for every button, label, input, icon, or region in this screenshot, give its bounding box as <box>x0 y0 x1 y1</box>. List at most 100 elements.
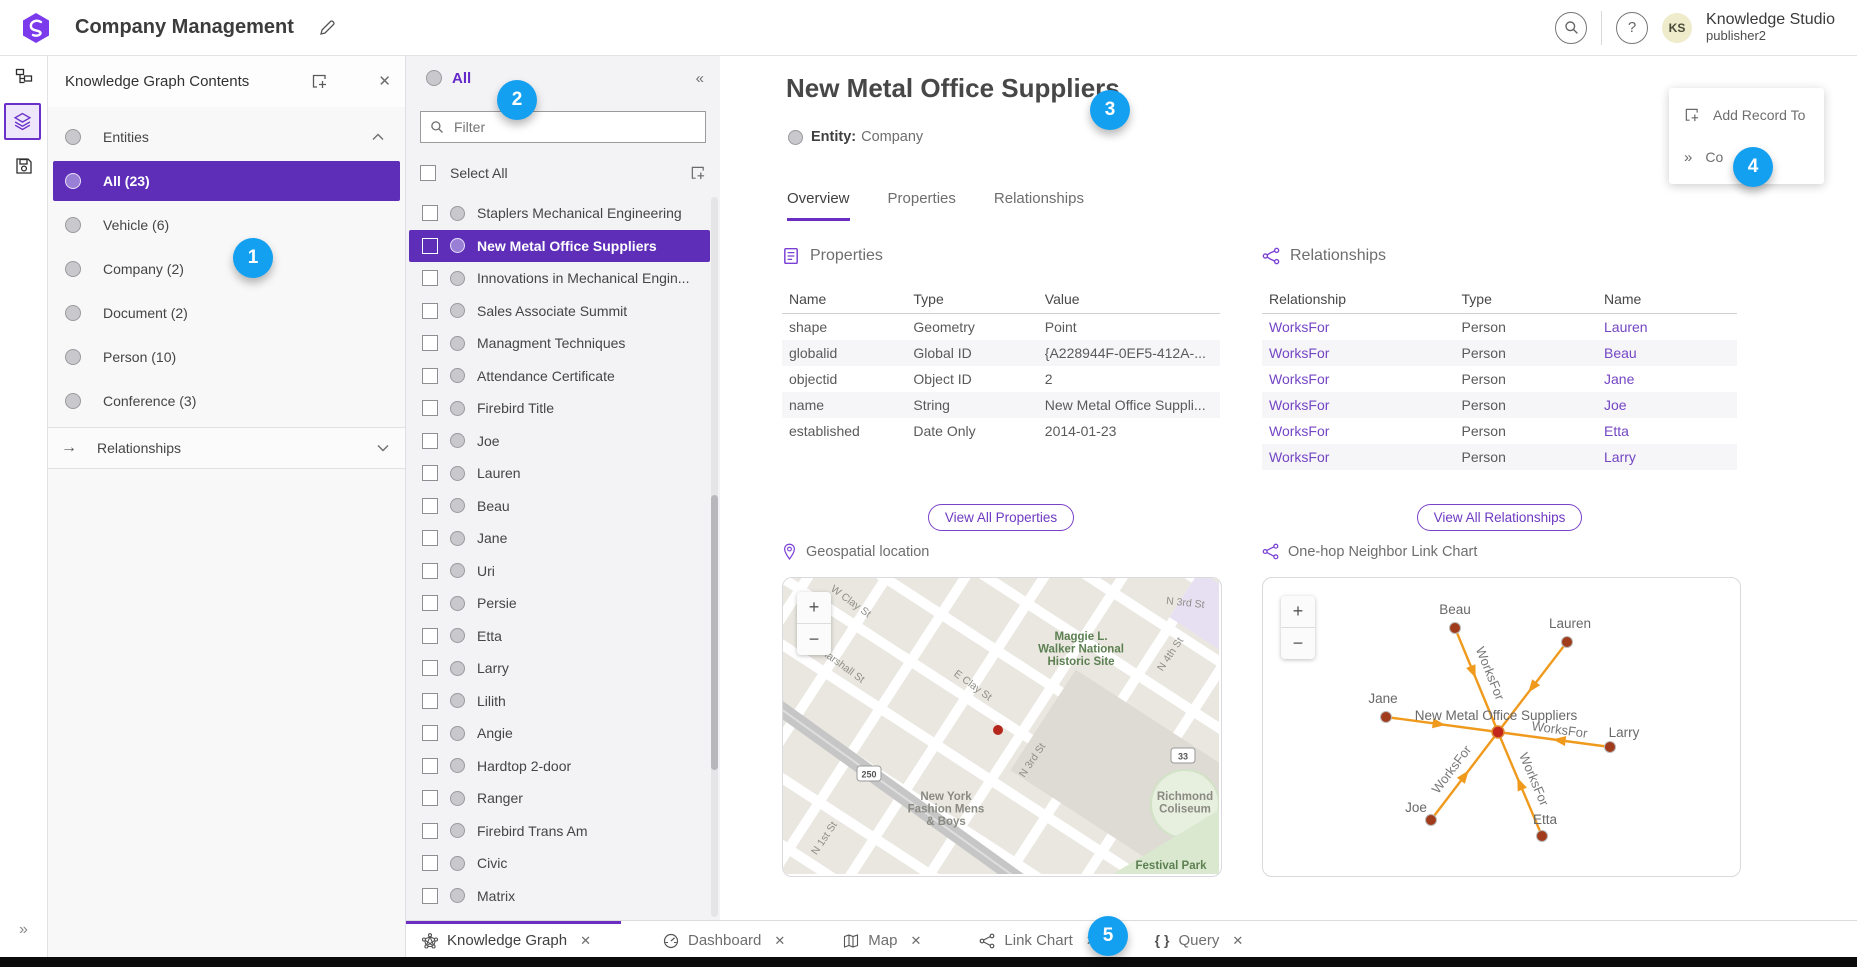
list-item[interactable]: Attendance Certificate <box>406 360 710 393</box>
table-link-cell[interactable]: Larry <box>1604 449 1737 465</box>
relationships-group-header[interactable]: → Relationships <box>47 427 405 469</box>
item-checkbox[interactable] <box>422 400 438 416</box>
tab-properties[interactable]: Properties <box>888 190 956 221</box>
user-avatar[interactable]: KS <box>1662 13 1692 43</box>
list-item[interactable]: Civic <box>406 847 710 880</box>
item-checkbox[interactable] <box>422 335 438 351</box>
record-location-marker[interactable] <box>993 725 1003 735</box>
item-checkbox[interactable] <box>422 530 438 546</box>
table-link-cell[interactable]: WorksFor <box>1262 345 1462 361</box>
close-tab-icon[interactable]: ✕ <box>774 933 785 949</box>
tab-overview[interactable]: Overview <box>787 190 850 221</box>
layers-tool-button[interactable] <box>4 103 41 140</box>
node-Jane[interactable] <box>1381 712 1392 723</box>
table-link-cell[interactable]: Etta <box>1604 423 1737 439</box>
list-item[interactable]: Firebird Title <box>406 392 710 425</box>
list-item[interactable]: Firebird Trans Am <box>406 815 710 848</box>
zoom-out-button[interactable]: − <box>1281 628 1315 659</box>
item-checkbox[interactable] <box>422 693 438 709</box>
list-item[interactable]: Uri <box>406 555 710 588</box>
list-item[interactable]: Managment Techniques <box>406 327 710 360</box>
node-Beau[interactable] <box>1450 623 1461 634</box>
table-link-cell[interactable]: WorksFor <box>1262 397 1462 413</box>
node-Lauren[interactable] <box>1562 637 1573 648</box>
view-all-properties-button[interactable]: View All Properties <box>928 504 1074 531</box>
app-logo-icon[interactable] <box>21 12 51 44</box>
item-checkbox[interactable] <box>422 238 438 254</box>
expand-rail-button[interactable]: » <box>0 921 47 939</box>
list-item[interactable]: Etta <box>406 620 710 653</box>
list-item[interactable]: Lilith <box>406 685 710 718</box>
view-tab-knowledge-graph[interactable]: Knowledge Graph✕ <box>406 921 621 957</box>
item-checkbox[interactable] <box>422 303 438 319</box>
select-all-checkbox[interactable] <box>420 165 436 181</box>
view-tab-map[interactable]: Map✕ <box>827 921 937 957</box>
item-checkbox[interactable] <box>422 888 438 904</box>
zoom-in-button[interactable]: + <box>797 592 831 624</box>
item-checkbox[interactable] <box>422 563 438 579</box>
list-item[interactable]: Persie <box>406 587 710 620</box>
node-center[interactable] <box>1492 726 1504 738</box>
view-tab-query[interactable]: { }Query✕ <box>1139 921 1260 957</box>
node-Larry[interactable] <box>1605 742 1616 753</box>
save-tool-button[interactable] <box>0 144 47 188</box>
list-item[interactable]: Larry <box>406 652 710 685</box>
list-item[interactable]: Innovations in Mechanical Engin... <box>406 262 710 295</box>
table-link-cell[interactable]: WorksFor <box>1262 449 1462 465</box>
item-checkbox[interactable] <box>422 270 438 286</box>
entity-type-item[interactable]: Document (2) <box>53 293 400 333</box>
item-checkbox[interactable] <box>422 660 438 676</box>
item-checkbox[interactable] <box>422 498 438 514</box>
item-checkbox[interactable] <box>422 725 438 741</box>
entity-type-item[interactable]: All (23) <box>53 161 400 201</box>
entity-type-item[interactable]: Company (2) <box>53 249 400 289</box>
street-map[interactable]: 25033 W Clay StW Marshall StE Clay StN 3… <box>783 578 1219 874</box>
node-Joe[interactable] <box>1426 815 1437 826</box>
list-item[interactable]: Hardtop 2-door <box>406 750 710 783</box>
collapse-panel-button[interactable]: « <box>696 70 704 87</box>
entities-group-header[interactable]: Entities <box>53 117 400 157</box>
item-checkbox[interactable] <box>422 790 438 806</box>
table-link-cell[interactable]: WorksFor <box>1262 423 1462 439</box>
item-checkbox[interactable] <box>422 465 438 481</box>
list-item[interactable]: Matrix <box>406 880 710 913</box>
entity-type-item[interactable]: Conference (3) <box>53 381 400 421</box>
geospatial-map-card[interactable]: + − 25033 W Clay StW Marshall StE Clay S… <box>782 577 1222 877</box>
table-link-cell[interactable]: Lauren <box>1604 319 1737 335</box>
table-link-cell[interactable]: Beau <box>1604 345 1737 361</box>
scrollbar-thumb[interactable] <box>711 495 718 770</box>
list-item[interactable]: New Metal Office Suppliers <box>409 230 710 263</box>
close-panel-button[interactable]: ✕ <box>378 72 391 90</box>
table-link-cell[interactable]: WorksFor <box>1262 319 1462 335</box>
zoom-in-button[interactable]: + <box>1281 596 1315 628</box>
help-button[interactable]: ? <box>1616 12 1648 44</box>
entity-type-item[interactable]: Vehicle (6) <box>53 205 400 245</box>
list-item[interactable]: Joe <box>406 425 710 458</box>
zoom-out-button[interactable]: − <box>797 624 831 655</box>
item-checkbox[interactable] <box>422 368 438 384</box>
close-tab-icon[interactable]: ✕ <box>580 933 591 949</box>
select-all-row[interactable]: Select All <box>420 158 706 188</box>
list-item[interactable]: Sales Associate Summit <box>406 295 710 328</box>
user-info[interactable]: Knowledge Studio publisher2 <box>1706 11 1835 44</box>
table-link-cell[interactable]: Jane <box>1604 371 1737 387</box>
list-item[interactable]: Staplers Mechanical Engineering <box>406 197 710 230</box>
list-item[interactable]: Beau <box>406 490 710 523</box>
add-record-button-2[interactable] <box>690 165 706 181</box>
hierarchy-tool-button[interactable] <box>0 55 47 99</box>
entity-type-item[interactable]: Person (10) <box>53 337 400 377</box>
node-Etta[interactable] <box>1537 831 1548 842</box>
table-link-cell[interactable]: Joe <box>1604 397 1737 413</box>
item-checkbox[interactable] <box>422 855 438 871</box>
filter-input[interactable] <box>452 118 705 136</box>
add-record-button[interactable] <box>311 73 328 90</box>
link-chart-card[interactable]: + − WorksForWorksForWorksForWorksForNew … <box>1262 577 1741 877</box>
table-link-cell[interactable]: WorksFor <box>1262 371 1462 387</box>
item-checkbox[interactable] <box>422 758 438 774</box>
view-all-relationships-button[interactable]: View All Relationships <box>1417 504 1583 531</box>
item-checkbox[interactable] <box>422 628 438 644</box>
item-checkbox[interactable] <box>422 205 438 221</box>
close-tab-icon[interactable]: ✕ <box>910 933 921 949</box>
list-item[interactable]: Lauren <box>406 457 710 490</box>
close-tab-icon[interactable]: ✕ <box>1232 933 1243 949</box>
